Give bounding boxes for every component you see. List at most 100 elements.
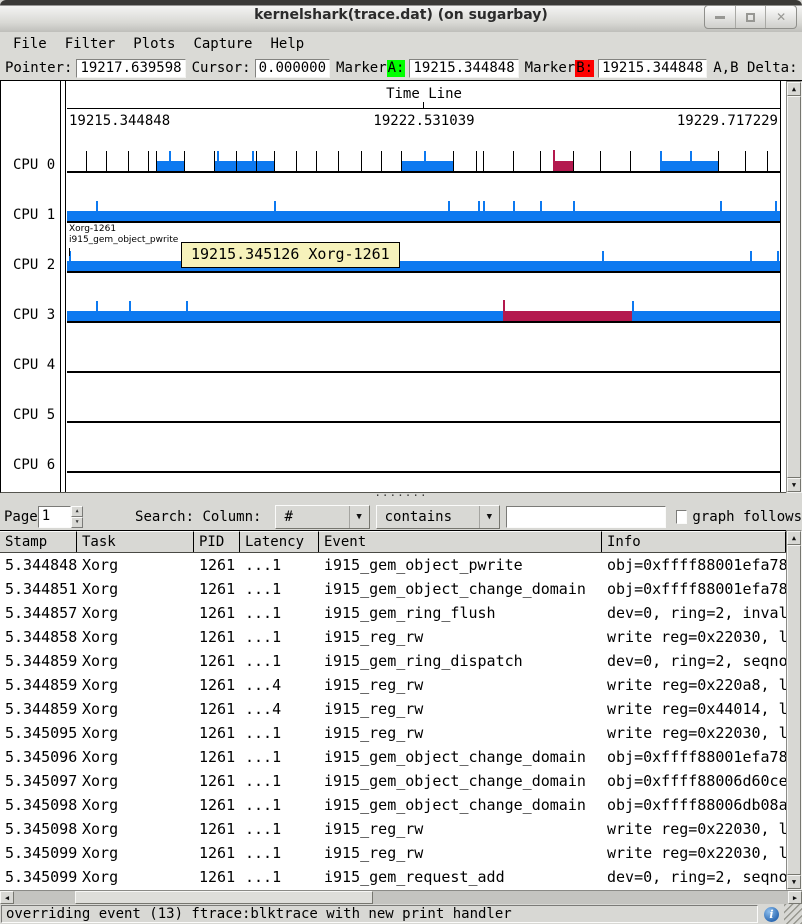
task-bar[interactable] <box>632 311 780 321</box>
info-icon[interactable]: i <box>764 907 779 922</box>
event-tick[interactable] <box>720 201 722 221</box>
event-tick[interactable] <box>750 251 752 271</box>
table-horizontal-scrollbar[interactable]: ◀ ▶ <box>0 890 802 904</box>
cpu-plot-row-6[interactable] <box>67 445 780 473</box>
table-row[interactable]: 5.345096Xorg1261...1i915_gem_object_chan… <box>0 745 786 769</box>
event-tick[interactable] <box>338 151 339 171</box>
cpu-plot-row-0[interactable] <box>67 145 780 173</box>
event-tick[interactable] <box>448 201 450 221</box>
cpu-plot-row-2[interactable] <box>67 245 780 273</box>
page-spin-down-button[interactable]: ▼ <box>71 517 83 528</box>
event-tick[interactable] <box>553 150 555 171</box>
event-tick[interactable] <box>602 251 604 271</box>
marker-a-key[interactable]: A: <box>387 60 406 77</box>
event-tick[interactable] <box>96 201 98 221</box>
cpu-plot-row-1[interactable] <box>67 195 780 223</box>
event-tick[interactable] <box>777 251 779 271</box>
column-header-task[interactable]: Task <box>77 531 194 552</box>
event-tick[interactable] <box>767 151 768 171</box>
event-tick[interactable] <box>296 151 297 171</box>
task-bar[interactable] <box>401 161 453 171</box>
graph-scroll-up-button[interactable]: ▲ <box>787 82 801 96</box>
graph-scroll-thumb[interactable] <box>787 96 801 478</box>
minimize-button[interactable] <box>705 6 735 28</box>
task-bar[interactable] <box>67 261 780 271</box>
event-tick[interactable] <box>573 201 575 221</box>
event-tick[interactable] <box>214 151 215 171</box>
menu-plots[interactable]: Plots <box>124 36 184 52</box>
event-tick[interactable] <box>361 151 362 171</box>
event-tick[interactable] <box>236 151 237 171</box>
cpu-plot-row-3[interactable] <box>67 295 780 323</box>
graph-scroll-down-button[interactable]: ▼ <box>787 478 801 492</box>
search-input[interactable] <box>506 506 666 528</box>
event-tick[interactable] <box>274 201 276 221</box>
timeline-graph[interactable]: Time Line 19215.344848 19222.531039 1922… <box>0 80 802 493</box>
event-tick[interactable] <box>745 151 746 171</box>
table-row[interactable]: 5.345098Xorg1261...1i915_reg_rwwrite reg… <box>0 817 786 841</box>
table-row[interactable]: 5.344848Xorg1261...1i915_gem_object_pwri… <box>0 553 786 577</box>
column-header-info[interactable]: Info <box>602 531 786 552</box>
menu-help[interactable]: Help <box>261 36 313 52</box>
table-row[interactable]: 5.344858Xorg1261...1i915_reg_rwwrite reg… <box>0 625 786 649</box>
event-tick[interactable] <box>96 301 98 321</box>
table-row[interactable]: 5.345095Xorg1261...1i915_reg_rwwrite reg… <box>0 721 786 745</box>
task-bar[interactable] <box>214 161 274 171</box>
column-header-pid[interactable]: PID <box>194 531 240 552</box>
event-tick[interactable] <box>775 201 777 221</box>
column-header-stamp[interactable]: Stamp <box>0 531 77 552</box>
event-tick[interactable] <box>453 151 454 171</box>
table-row[interactable]: 5.344851Xorg1261...1i915_gem_object_chan… <box>0 577 786 601</box>
event-tick[interactable] <box>169 151 171 171</box>
table-row[interactable]: 5.344859Xorg1261...1i915_gem_ring_dispat… <box>0 649 786 673</box>
event-tick[interactable] <box>86 151 87 171</box>
event-tick[interactable] <box>690 151 692 171</box>
event-tick[interactable] <box>503 300 505 321</box>
column-header-event[interactable]: Event <box>319 531 602 552</box>
event-tick[interactable] <box>478 201 480 221</box>
maximize-button[interactable] <box>735 6 766 28</box>
task-bar[interactable] <box>67 311 503 321</box>
event-tick[interactable] <box>256 151 257 171</box>
close-button[interactable]: ✕ <box>765 6 796 28</box>
event-tick[interactable] <box>513 151 514 171</box>
task-bar[interactable] <box>67 211 780 221</box>
graph-vertical-scrollbar[interactable]: ▲ ▼ <box>786 81 802 493</box>
event-tick[interactable] <box>424 151 426 171</box>
table-row[interactable]: 5.345098Xorg1261...1i915_gem_object_chan… <box>0 793 786 817</box>
menu-capture[interactable]: Capture <box>184 36 261 52</box>
task-bar[interactable] <box>553 161 573 171</box>
resize-grip[interactable] <box>784 904 802 924</box>
cpu-plot-row-4[interactable] <box>67 345 780 373</box>
scroll-left-button[interactable]: ◀ <box>0 891 14 904</box>
event-tick[interactable] <box>573 151 574 171</box>
table-scroll-down-button[interactable]: ▼ <box>787 875 801 889</box>
pane-splitter[interactable]: ······· <box>0 493 802 503</box>
event-tick[interactable] <box>632 301 634 321</box>
event-tick[interactable] <box>483 201 485 221</box>
event-tick[interactable] <box>148 151 149 171</box>
event-tick[interactable] <box>129 301 131 321</box>
table-row[interactable]: 5.345097Xorg1261...1i915_gem_object_chan… <box>0 769 786 793</box>
table-scroll-up-button[interactable]: ▲ <box>787 531 801 545</box>
page-spin-up-button[interactable]: ▲ <box>71 506 83 517</box>
event-tick[interactable] <box>252 151 254 171</box>
table-row[interactable]: 5.345099Xorg1261...1i915_reg_rwwrite reg… <box>0 841 786 865</box>
event-tick[interactable] <box>217 151 219 171</box>
event-tick[interactable] <box>476 151 477 171</box>
event-tick[interactable] <box>513 201 515 221</box>
table-row[interactable]: 5.344859Xorg1261...4i915_reg_rwwrite reg… <box>0 697 786 721</box>
horizontal-scroll-thumb[interactable] <box>75 891 373 904</box>
table-scroll-thumb[interactable] <box>787 545 801 875</box>
event-tick[interactable] <box>540 151 541 171</box>
event-tick[interactable] <box>630 151 631 171</box>
event-tick[interactable] <box>316 151 317 171</box>
event-tick[interactable] <box>186 301 188 321</box>
graph-follows-checkbox[interactable] <box>676 510 688 524</box>
task-bar[interactable] <box>503 311 633 321</box>
table-vertical-scrollbar[interactable]: ▲ ▼ <box>786 530 802 890</box>
page-spinner[interactable]: 1 <box>38 506 71 528</box>
event-tick[interactable] <box>274 151 275 171</box>
column-select[interactable]: # ▼ <box>275 505 369 529</box>
menu-file[interactable]: File <box>4 36 56 52</box>
